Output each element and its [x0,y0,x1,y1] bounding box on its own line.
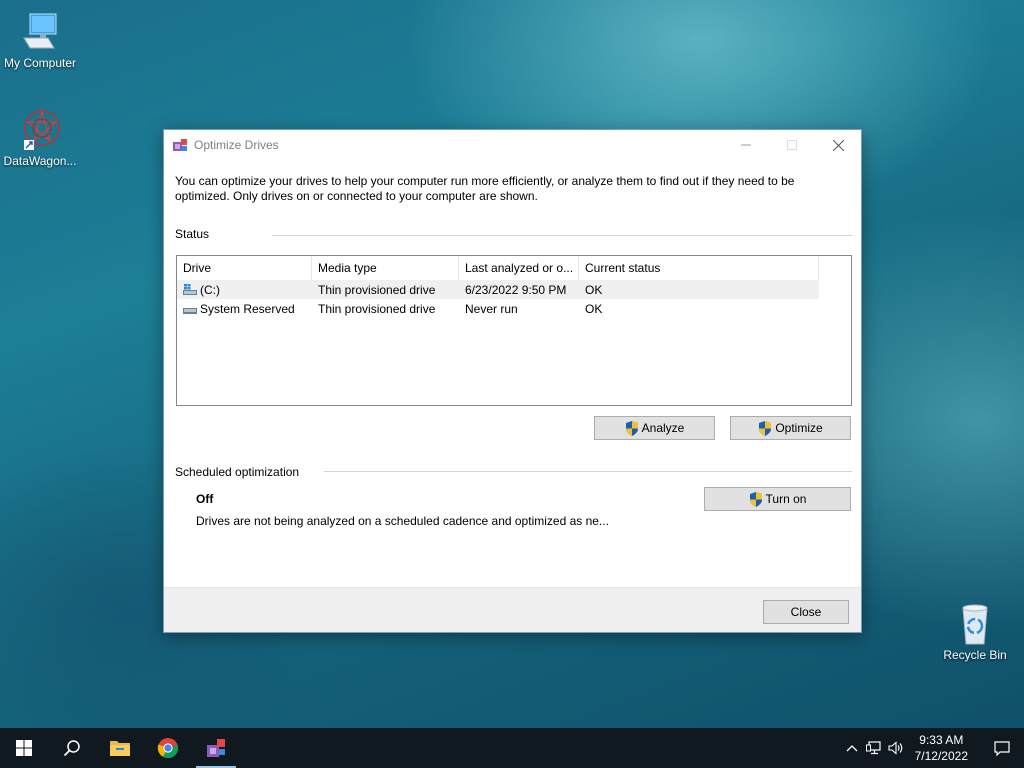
close-window-button[interactable] [815,130,861,160]
column-header-current-status[interactable]: Current status [579,256,819,280]
scheduled-divider [324,471,852,472]
maximize-button[interactable] [769,130,815,160]
status-section-label: Status [175,227,210,241]
drives-list-header: Drive Media type Last analyzed or o... C… [177,256,851,280]
desktop-icon-datawagon[interactable]: DataWagon... [0,108,80,168]
chrome-icon [157,738,179,759]
minimize-button[interactable] [723,130,769,160]
window-title: Optimize Drives [194,138,279,152]
search-icon [63,740,80,757]
folder-icon [110,741,130,756]
chevron-up-icon [846,745,858,752]
intro-text: You can optimize your drives to help you… [175,174,795,203]
drive-icon [183,307,197,314]
close-icon [832,139,844,151]
drives-list[interactable]: Drive Media type Last analyzed or o... C… [176,255,852,406]
optimize-drives-window: Optimize Drives You can optimize your dr… [163,129,862,633]
table-row[interactable]: (C:) Thin provisioned drive 6/23/2022 9:… [177,280,819,299]
scheduled-state: Off [196,492,214,506]
system-tray: 9:33 AM 7/12/2022 [841,728,1024,768]
network-icon [865,741,881,755]
search-button[interactable] [48,728,96,768]
desktop-icon-my-computer[interactable]: My Computer [0,10,80,70]
computer-icon [18,10,62,54]
start-button[interactable] [0,728,48,768]
column-header-drive[interactable]: Drive [177,256,312,280]
analyze-button[interactable]: Analyze [594,416,715,440]
optimize-button[interactable]: Optimize [730,416,851,440]
status-divider [272,235,852,236]
network-button[interactable] [863,728,885,768]
scheduled-description: Drives are not being analyzed on a sched… [196,514,609,528]
clock-date: 7/12/2022 [914,749,968,763]
taskbar-chrome[interactable] [144,728,192,768]
clock-time: 9:33 AM [919,733,964,747]
volume-button[interactable] [885,728,907,768]
drive-cell: System Reserved [177,302,312,316]
dialog-footer: Close [164,587,861,632]
taskbar: 9:33 AM 7/12/2022 [0,728,1024,768]
current-status-cell: OK [585,301,603,316]
action-center-button[interactable] [980,728,1024,768]
media-type-cell: Thin provisioned drive [318,282,436,297]
clock[interactable]: 9:33 AM 7/12/2022 [907,732,980,764]
taskbar-file-explorer[interactable] [96,728,144,768]
uac-shield-icon [625,420,638,436]
title-bar[interactable]: Optimize Drives [164,130,861,160]
uac-shield-icon [759,420,772,436]
notification-icon [994,740,1010,756]
show-hidden-icons-button[interactable] [841,728,863,768]
optimize-drives-app-icon [173,139,187,151]
minimize-icon [741,144,751,146]
scheduled-section-label: Scheduled optimization [175,465,300,479]
column-header-media-type[interactable]: Media type [312,256,459,280]
media-type-cell: Thin provisioned drive [318,301,436,316]
uac-shield-icon [749,491,762,507]
turn-on-button[interactable]: Turn on [704,487,851,511]
desktop-icon-label: DataWagon... [3,154,77,168]
maximize-icon [787,140,797,150]
speaker-icon [888,741,902,755]
table-row[interactable]: System Reserved Thin provisioned drive N… [177,299,851,318]
recycle-bin-icon [953,602,997,646]
desktop-icon-label: Recycle Bin [943,648,1007,662]
optimize-drives-taskbar-icon [207,739,225,757]
datawagon-icon [18,108,62,152]
last-analyzed-cell: Never run [465,301,518,316]
last-analyzed-cell: 6/23/2022 9:50 PM [465,282,567,297]
windows-drive-icon [183,283,197,295]
current-status-cell: OK [585,282,603,297]
desktop-icon-label: My Computer [3,56,77,70]
windows-logo-icon [16,740,32,756]
drive-cell: (C:) [177,283,312,297]
column-header-last-analyzed[interactable]: Last analyzed or o... [459,256,579,280]
taskbar-optimize-drives[interactable] [192,728,240,768]
close-button[interactable]: Close [763,600,849,624]
desktop-icon-recycle-bin[interactable]: Recycle Bin [935,602,1015,662]
